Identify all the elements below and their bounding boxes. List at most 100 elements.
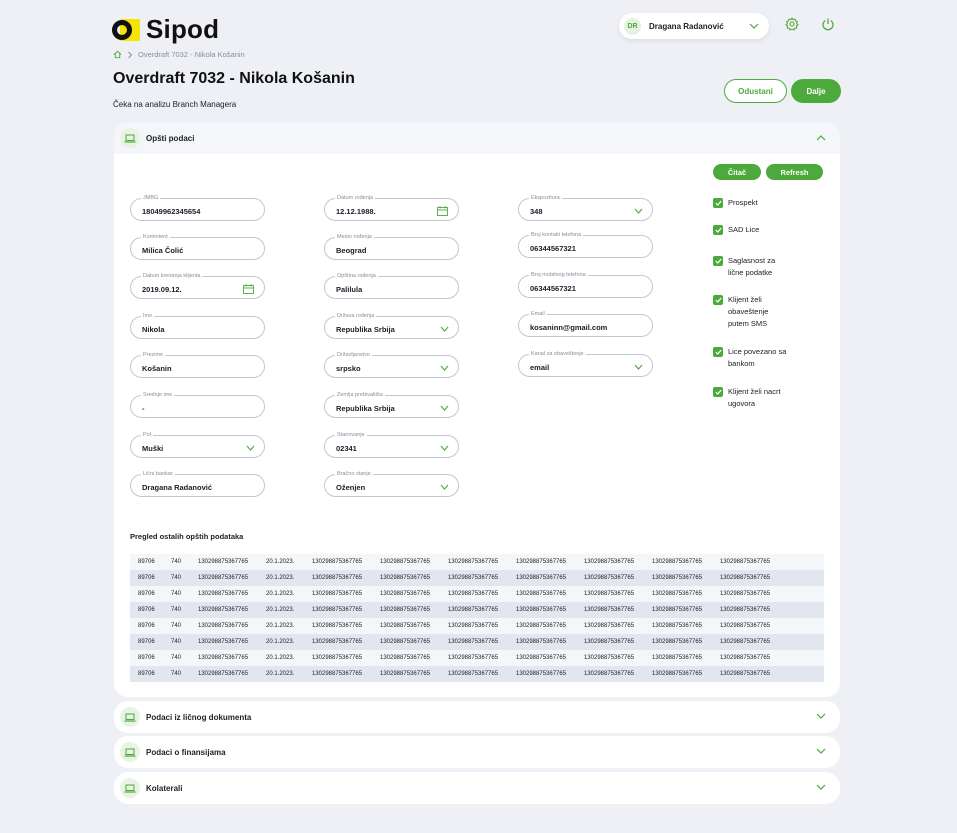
checkbox-checked-icon[interactable] [713,225,723,235]
opstina-rodjenja-label: Opština rođenja [335,272,378,280]
prezime-value: Košanin [142,364,172,373]
section-personal-document[interactable]: Podaci iz ličnog dokumenta [114,701,840,733]
chevron-down-icon[interactable] [816,748,826,755]
chevron-down-icon [440,365,449,371]
broj-kontakt-label: Broj kontakt telefona [529,231,584,239]
chevron-down-icon[interactable] [816,713,826,720]
table-row[interactable]: 89706 740 130298875367765 20.1.2023. 1302988… [130,586,824,602]
opstina-rodjenja-field[interactable]: Opština rođenja Palilula [324,272,459,299]
table-cell: 740 [171,575,182,581]
table-cell: 130298875367765 [448,575,499,581]
chevron-down-icon [634,208,643,214]
table-cell: 20.1.2023. [266,559,295,565]
calendar-icon[interactable] [243,284,254,294]
checkbox-label: Klijent želi obaveštenje putem SMS [728,295,769,328]
chevron-down-icon[interactable] [816,784,826,791]
licni-bankar-value: Dragana Radanović [142,483,213,492]
prezime-field[interactable]: Prezime Košanin [130,351,265,378]
table-cell: 130298875367765 [516,639,567,645]
table-row[interactable]: 89706 740 130298875367765 20.1.2023. 1302988… [130,666,824,682]
kanal-select[interactable]: Kanal za obaveštenje email [518,350,653,377]
stanovanje-select[interactable]: Stanovanje 02341 [324,431,459,458]
reader-button[interactable]: Čitač [713,164,761,180]
bracno-stanje-select[interactable]: Bračno stanje Oženjen [324,470,459,497]
user-menu[interactable]: DR Dragana Radanović [619,13,769,39]
datum-rodjenja-field[interactable]: Datum rođenja 12.12.1988. [324,194,459,221]
table-cell: 130298875367765 [448,607,499,613]
home-icon[interactable] [113,50,122,59]
email-field[interactable]: Email kosaninn@gmail.com [518,310,653,337]
ime-field[interactable]: Ime Nikola [130,312,265,339]
table-row[interactable]: 89706 740 130298875367765 20.1.2023. 1302988… [130,570,824,586]
checkbox-checked-icon[interactable] [713,347,723,357]
datum-kreiranja-label: Datum kreiranja klijenta [141,272,203,280]
table-cell: 89706 [138,607,155,613]
checkbox-lice-povezano[interactable]: Lice povezano sa bankom [713,347,790,370]
opstina-rodjenja-value: Palilula [336,285,363,294]
table-cell: 130298875367765 [584,559,635,565]
cancel-button[interactable]: Odustani [724,79,787,103]
gear-icon[interactable] [785,17,799,31]
table-row[interactable]: 89706 740 130298875367765 20.1.2023. 1302988… [130,554,824,570]
breadcrumb-current[interactable]: Overdraft 7032 - Nikola Košanin [138,50,245,59]
refresh-button[interactable]: Refresh [766,164,823,180]
section-title: Podaci iz ličnog dokumenta [146,713,252,722]
table-cell: 130298875367765 [312,607,363,613]
checkbox-checked-icon[interactable] [713,295,723,305]
licni-bankar-field[interactable]: Lični bankar Dragana Radanović [130,470,265,497]
pol-select[interactable]: Pol Muški [130,431,265,458]
table-cell: 130298875367765 [198,639,249,645]
table-cell: 20.1.2023. [266,639,295,645]
checkbox-nacrt-ugovora[interactable]: Klijent želi nacrt ugovora [713,387,790,410]
chevron-up-icon[interactable] [816,134,826,141]
table-cell: 130298875367765 [516,559,567,565]
section-finances[interactable]: Podaci o finansijama [114,736,840,768]
section-general-header[interactable]: Opšti podaci [114,122,840,154]
drzavljanstvo-select[interactable]: Državljanstvo srpsko [324,351,459,378]
checkbox-sad-lice[interactable]: SAD Lice [713,225,790,236]
section-title: Kolaterali [146,784,183,793]
section-general-title: Opšti podaci [146,134,195,143]
section-collaterals[interactable]: Kolaterali [114,772,840,804]
table-row[interactable]: 89706 740 130298875367765 20.1.2023. 1302988… [130,618,824,634]
table-cell: 130298875367765 [720,575,771,581]
table-row[interactable]: 89706 740 130298875367765 20.1.2023. 1302988… [130,602,824,618]
page-title: Overdraft 7032 - Nikola Košanin [113,70,355,87]
ekspozitura-select[interactable]: Ekspozitura 348 [518,194,653,221]
table-row[interactable]: 89706 740 130298875367765 20.1.2023. 1302988… [130,634,824,650]
chevron-down-icon [749,23,759,29]
table-cell: 130298875367765 [584,607,635,613]
table-cell: 740 [171,591,182,597]
mesto-rodjenja-field[interactable]: Mesto rođenja Beograd [324,233,459,260]
calendar-icon[interactable] [437,206,448,216]
broj-kontakt-field[interactable]: Broj kontakt telefona 06344567321 [518,231,653,258]
power-icon[interactable] [821,17,835,31]
table-cell: 130298875367765 [652,607,703,613]
checkbox-prospekt[interactable]: Prospekt [713,198,790,209]
datum-kreiranja-field[interactable]: Datum kreiranja klijenta 2019.09.12. [130,272,265,299]
table-cell: 130298875367765 [516,671,567,677]
datum-rodjenja-value: 12.12.1988. [336,207,376,216]
table-row[interactable]: 89706 740 130298875367765 20.1.2023. 1302988… [130,650,824,666]
drzava-rodjenja-select[interactable]: Država rođenja Republika Srbija [324,312,459,339]
section-title: Podaci o finansijama [146,748,226,757]
checkbox-checked-icon[interactable] [713,198,723,208]
srednje-ime-field[interactable]: Srednje ime - [130,391,265,418]
general-data-table: 89706 740 130298875367765 20.1.2023. 1302988… [130,554,824,682]
app-logo[interactable]: Sipod [112,14,219,45]
checkbox-sms[interactable]: Klijent želi obaveštenje putem SMS [713,295,790,330]
checkbox-checked-icon[interactable] [713,256,723,266]
broj-mobilnog-value: 06344567321 [530,284,576,293]
next-button[interactable]: Dalje [791,79,841,103]
table-cell: 130298875367765 [516,591,567,597]
checkbox-checked-icon[interactable] [713,387,723,397]
zemlja-prebivalista-select[interactable]: Zemlja prebivališta Republika Srbija [324,391,459,418]
komitent-field[interactable]: Komintent Milica Čolić [130,233,265,260]
jmbg-field[interactable]: JMBG 18049962345654 [130,194,265,221]
table-cell: 130298875367765 [448,623,499,629]
broj-mobilnog-field[interactable]: Broj mobilnog telefona 06344567321 [518,271,653,298]
table-cell: 130298875367765 [198,607,249,613]
zemlja-prebivalista-label: Zemlja prebivališta [335,391,385,399]
table-cell: 130298875367765 [720,607,771,613]
checkbox-saglasnost[interactable]: Saglasnost za lične podatke [713,256,790,279]
